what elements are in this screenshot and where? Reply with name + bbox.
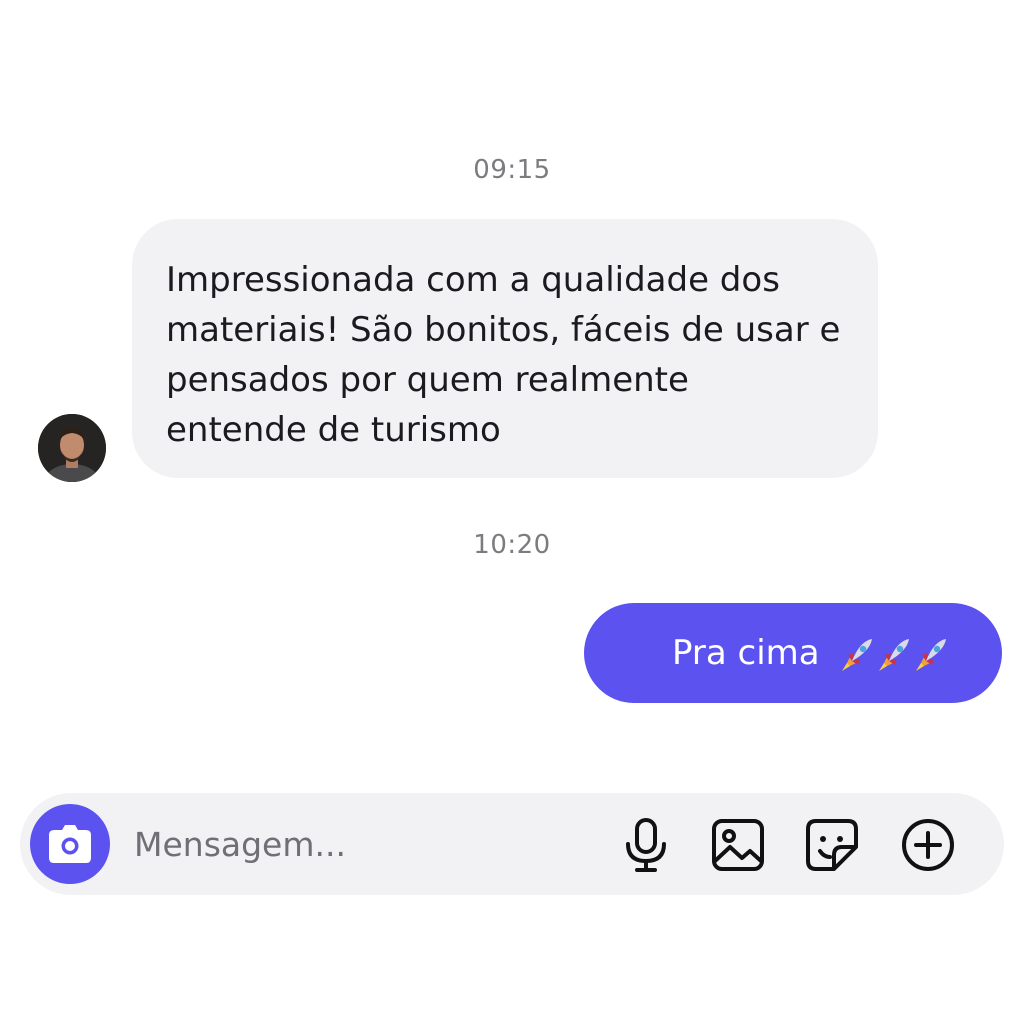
camera-icon <box>49 825 91 863</box>
outgoing-message-bubble[interactable]: Pra cima <box>584 603 1002 703</box>
microphone-icon <box>626 818 666 872</box>
sticker-icon <box>806 819 858 871</box>
sticker-button[interactable] <box>802 815 862 875</box>
timestamp: 09:15 <box>473 155 551 185</box>
message-composer <box>20 793 1004 895</box>
more-options-button[interactable] <box>898 815 958 875</box>
message-line: pensados por quem realmente <box>166 360 689 400</box>
gallery-button[interactable] <box>708 815 768 875</box>
message-text: Pra cima <box>672 633 820 673</box>
message-line: materiais! São bonitos, fáceis de usar e <box>166 310 841 350</box>
message-line: Impressionada com a qualidade dos <box>166 260 780 300</box>
microphone-button[interactable] <box>616 815 676 875</box>
camera-button[interactable] <box>30 804 110 884</box>
image-icon <box>712 819 764 871</box>
message-input[interactable] <box>134 821 574 867</box>
plus-circle-icon <box>902 819 954 871</box>
avatar-image <box>38 414 106 482</box>
timestamp: 10:20 <box>473 530 551 560</box>
avatar[interactable] <box>38 414 106 482</box>
rocket-emoji-icon <box>842 638 947 671</box>
incoming-message-bubble[interactable]: Impressionada com a qualidade dos materi… <box>132 219 878 478</box>
message-line: entende de turismo <box>166 410 501 450</box>
